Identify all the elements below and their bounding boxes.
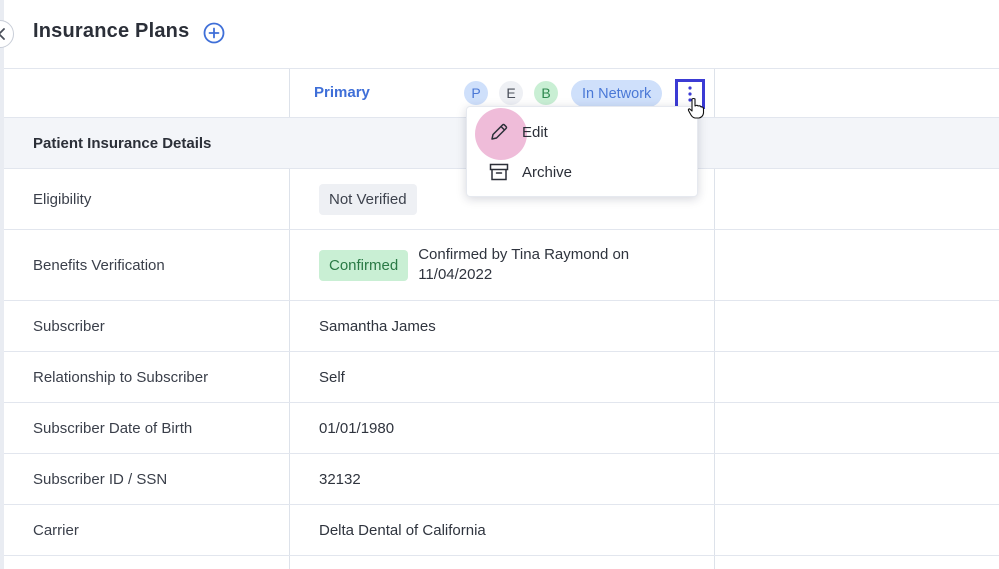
row-label: Carrier [4, 505, 290, 555]
row-value: Self [290, 352, 715, 402]
plan-options-menu: Edit Archive [466, 106, 698, 197]
badge-b: B [534, 81, 558, 105]
row-label: Benefits Verification [4, 230, 290, 300]
page-title: Insurance Plans [33, 20, 190, 42]
row-empty [715, 352, 999, 402]
confirmation-note: Confirmed by Tina Raymond on 11/04/2022 [418, 246, 630, 283]
row-empty [715, 230, 999, 300]
table-row: Subscriber Samantha James [4, 301, 999, 352]
row-empty [715, 403, 999, 453]
section-spacer-right [715, 118, 999, 168]
table-row: Subscriber ID / SSN 32132 [4, 454, 999, 505]
eligibility-status-badge: Not Verified [319, 183, 417, 215]
menu-item-label: Archive [522, 163, 573, 181]
row-label: Subscriber [4, 301, 290, 351]
plan-header-empty [715, 69, 999, 117]
plan-header-blank [4, 69, 290, 117]
pencil-icon [491, 123, 508, 140]
row-label [4, 556, 290, 569]
row-value [290, 556, 715, 569]
table-row: Carrier Delta Dental of California [4, 505, 999, 556]
row-label: Subscriber Date of Birth [4, 403, 290, 453]
back-button[interactable] [0, 20, 14, 48]
row-empty [715, 169, 999, 229]
table-row [4, 556, 999, 569]
row-empty [715, 505, 999, 555]
row-value: Samantha James [290, 301, 715, 351]
menu-item-label: Edit [522, 123, 548, 141]
archive-box-icon [489, 163, 509, 181]
row-label: Eligibility [4, 169, 290, 229]
row-value-cell: Confirmed Confirmed by Tina Raymond on 1… [290, 230, 715, 300]
table-row: Benefits Verification Confirmed Confirme… [4, 230, 999, 301]
menu-item-archive[interactable]: Archive [467, 152, 699, 192]
plus-circle-icon [203, 22, 225, 44]
table-row: Subscriber Date of Birth 01/01/1980 [4, 403, 999, 454]
chevron-left-icon [0, 28, 5, 40]
row-value: 01/01/1980 [290, 403, 715, 453]
add-plan-button[interactable] [203, 22, 225, 44]
menu-item-edit[interactable]: Edit [467, 112, 699, 152]
page-header: Insurance Plans [0, 0, 999, 68]
hand-cursor-icon [687, 97, 705, 119]
plan-name[interactable]: Primary [314, 84, 370, 101]
benefits-status-badge: Confirmed [319, 249, 409, 281]
row-value: Delta Dental of California [290, 505, 715, 555]
row-empty [715, 556, 999, 569]
row-label: Relationship to Subscriber [4, 352, 290, 402]
row-empty [715, 301, 999, 351]
badge-p: P [464, 81, 488, 105]
section-title: Patient Insurance Details [33, 134, 212, 152]
row-value: 32132 [290, 454, 715, 504]
table-row: Relationship to Subscriber Self [4, 352, 999, 403]
badge-e: E [499, 81, 523, 105]
row-empty [715, 454, 999, 504]
network-status-badge: In Network [571, 80, 663, 107]
row-label: Subscriber ID / SSN [4, 454, 290, 504]
